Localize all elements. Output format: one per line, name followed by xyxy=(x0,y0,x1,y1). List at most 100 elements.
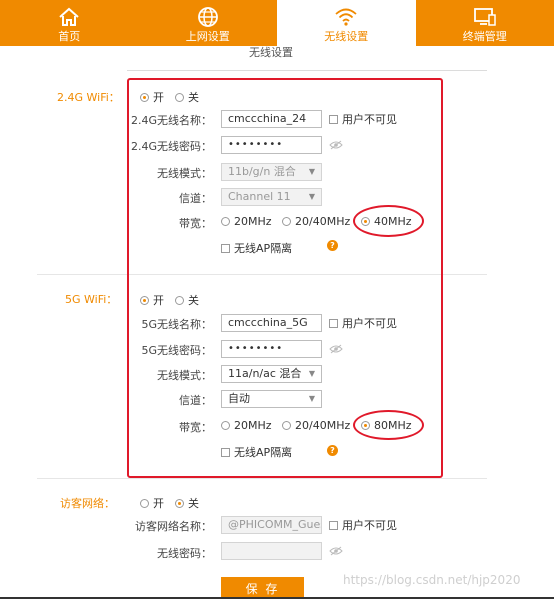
wifi5-off-option[interactable]: 关 xyxy=(175,292,199,308)
wifi5-channel-value: 自动 xyxy=(228,392,250,405)
wifi5-bw-2040-option[interactable]: 20/40MHz xyxy=(282,419,350,432)
wifi24-help-icon[interactable]: ? xyxy=(327,240,338,251)
wifi24-hidden-label: 用户不可见 xyxy=(342,113,397,126)
wifi5-help-icon[interactable]: ? xyxy=(327,445,338,456)
wifi5-bw-20-option[interactable]: 20MHz xyxy=(221,419,272,432)
tab-wireless-settings[interactable]: 无线设置 xyxy=(277,0,416,46)
wifi5-bw-20-radio[interactable] xyxy=(221,421,230,430)
wifi24-ap-isolation-option[interactable]: 无线AP隔离 xyxy=(221,240,292,256)
wifi24-on-label: 开 xyxy=(153,91,164,104)
wifi5-on-label: 开 xyxy=(153,294,164,307)
save-button[interactable]: 保 存 xyxy=(221,577,304,599)
wifi5-channel-label: 信道： xyxy=(179,394,212,407)
wifi24-channel-label: 信道： xyxy=(179,192,212,205)
page-subtitle: 无线设置 xyxy=(249,46,293,59)
chevron-down-icon: ▼ xyxy=(308,394,315,403)
wifi5-bw-80-option[interactable]: 80MHz xyxy=(361,419,412,432)
guest-off-option[interactable]: 关 xyxy=(175,495,199,511)
wifi5-hidden-checkbox[interactable] xyxy=(329,318,338,328)
guest-on-label: 开 xyxy=(153,497,164,510)
wifi24-bw-40-option[interactable]: 40MHz xyxy=(361,215,412,228)
wifi5-ssid-input[interactable]: cmccchina_5G xyxy=(221,314,322,332)
wifi24-off-label: 关 xyxy=(188,91,199,104)
chevron-down-icon: ▼ xyxy=(308,167,315,176)
wifi5-bw-2040-label: 20/40MHz xyxy=(295,419,351,432)
wifi24-mode-value: 11b/g/n 混合 xyxy=(228,165,296,178)
guest-hidden-checkbox[interactable] xyxy=(329,520,338,530)
guest-on-option[interactable]: 开 xyxy=(140,495,164,511)
wifi24-mode-select[interactable]: 11b/g/n 混合 ▼ xyxy=(221,163,322,181)
wifi24-on-radio[interactable] xyxy=(140,92,149,102)
guest-on-radio[interactable] xyxy=(140,498,149,508)
show-password-eye-icon[interactable] xyxy=(329,546,343,556)
guest-password-label: 无线密码： xyxy=(157,547,212,560)
wifi24-bw-40-radio[interactable] xyxy=(361,217,370,226)
wifi5-bw-80-radio[interactable] xyxy=(361,421,370,430)
guest-off-radio[interactable] xyxy=(175,498,184,508)
home-icon xyxy=(57,5,81,29)
tab-devices-label: 终端管理 xyxy=(462,30,507,43)
wifi24-mode-label: 无线模式： xyxy=(157,167,212,180)
wifi5-password-input[interactable]: •••••••• xyxy=(221,340,322,358)
wifi5-ssid-label: 5G无线名称： xyxy=(141,318,212,331)
wifi5-hidden-option[interactable]: 用户不可见 xyxy=(329,315,397,331)
wifi24-bandwidth-label: 带宽： xyxy=(179,217,212,230)
guest-password-input[interactable] xyxy=(221,542,322,560)
wifi24-ssid-label: 2.4G无线名称： xyxy=(130,114,212,127)
wifi5-bw-2040-radio[interactable] xyxy=(282,421,291,430)
wifi5-on-option[interactable]: 开 xyxy=(140,292,164,308)
chevron-down-icon: ▼ xyxy=(308,369,315,378)
guest-off-label: 关 xyxy=(188,497,199,510)
wifi24-off-option[interactable]: 关 xyxy=(175,89,199,105)
tab-home-label: 首页 xyxy=(58,30,81,43)
wifi24-bw-40-label: 40MHz xyxy=(374,215,412,228)
guest-hidden-option[interactable]: 用户不可见 xyxy=(329,517,397,533)
wifi5-hidden-label: 用户不可见 xyxy=(342,317,397,330)
wifi24-ssid-input[interactable]: cmccchina_24 xyxy=(221,110,322,128)
wifi5-mode-select[interactable]: 11a/n/ac 混合 ▼ xyxy=(221,365,322,383)
wifi5-off-label: 关 xyxy=(188,294,199,307)
guest-hidden-label: 用户不可见 xyxy=(342,519,397,532)
wifi5-off-radio[interactable] xyxy=(175,295,184,305)
wifi24-on-option[interactable]: 开 xyxy=(140,89,164,105)
wifi5-mode-value: 11a/n/ac 混合 xyxy=(228,367,302,380)
wifi-icon xyxy=(334,5,358,29)
top-nav: 首页 上网设置 无线设置 终端管理 xyxy=(0,0,554,46)
wifi5-on-radio[interactable] xyxy=(140,295,149,305)
wifi24-ap-isolation-label: 无线AP隔离 xyxy=(234,242,293,255)
guest-ssid-label: 访客网络名称： xyxy=(135,520,212,533)
tab-device-management[interactable]: 终端管理 xyxy=(416,0,554,46)
section-divider xyxy=(37,274,487,275)
wifi5-section-label: 5G WiFi： xyxy=(65,293,118,306)
tab-internet-settings[interactable]: 上网设置 xyxy=(139,0,278,46)
wifi24-password-input[interactable]: •••••••• xyxy=(221,136,322,154)
wifi24-hidden-option[interactable]: 用户不可见 xyxy=(329,111,397,127)
wifi24-off-radio[interactable] xyxy=(175,92,184,102)
wifi5-ap-isolation-checkbox[interactable] xyxy=(221,447,230,457)
wifi24-hidden-checkbox[interactable] xyxy=(329,114,338,124)
wifi24-channel-select[interactable]: Channel 11 ▼ xyxy=(221,188,322,206)
tab-home[interactable]: 首页 xyxy=(0,0,139,46)
guest-ssid-input[interactable]: @PHICOMM_Gues xyxy=(221,516,322,534)
wifi24-password-label: 2.4G无线密码： xyxy=(130,140,212,153)
show-password-eye-icon[interactable] xyxy=(329,344,343,354)
wifi24-section-label: 2.4G WiFi： xyxy=(57,91,120,104)
wifi24-bw-20-option[interactable]: 20MHz xyxy=(221,215,272,228)
wifi24-bw-20-label: 20MHz xyxy=(234,215,272,228)
guest-section-label: 访客网络： xyxy=(60,497,115,510)
wifi24-bw-2040-option[interactable]: 20/40MHz xyxy=(282,215,350,228)
wifi24-ap-isolation-checkbox[interactable] xyxy=(221,243,230,253)
globe-icon xyxy=(196,5,220,29)
wifi24-bw-2040-radio[interactable] xyxy=(282,217,291,226)
show-password-eye-icon[interactable] xyxy=(329,140,343,150)
wifi5-mode-label: 无线模式： xyxy=(157,369,212,382)
wifi5-ap-isolation-option[interactable]: 无线AP隔离 xyxy=(221,444,292,460)
wifi24-bw-20-radio[interactable] xyxy=(221,217,230,226)
wifi5-channel-select[interactable]: 自动 ▼ xyxy=(221,390,322,408)
wifi5-password-label: 5G无线密码： xyxy=(141,344,212,357)
devices-icon xyxy=(473,5,497,29)
wifi5-bw-20-label: 20MHz xyxy=(234,419,272,432)
wifi24-bw-2040-label: 20/40MHz xyxy=(295,215,351,228)
wifi5-ap-isolation-label: 无线AP隔离 xyxy=(234,446,293,459)
section-divider xyxy=(37,478,487,479)
